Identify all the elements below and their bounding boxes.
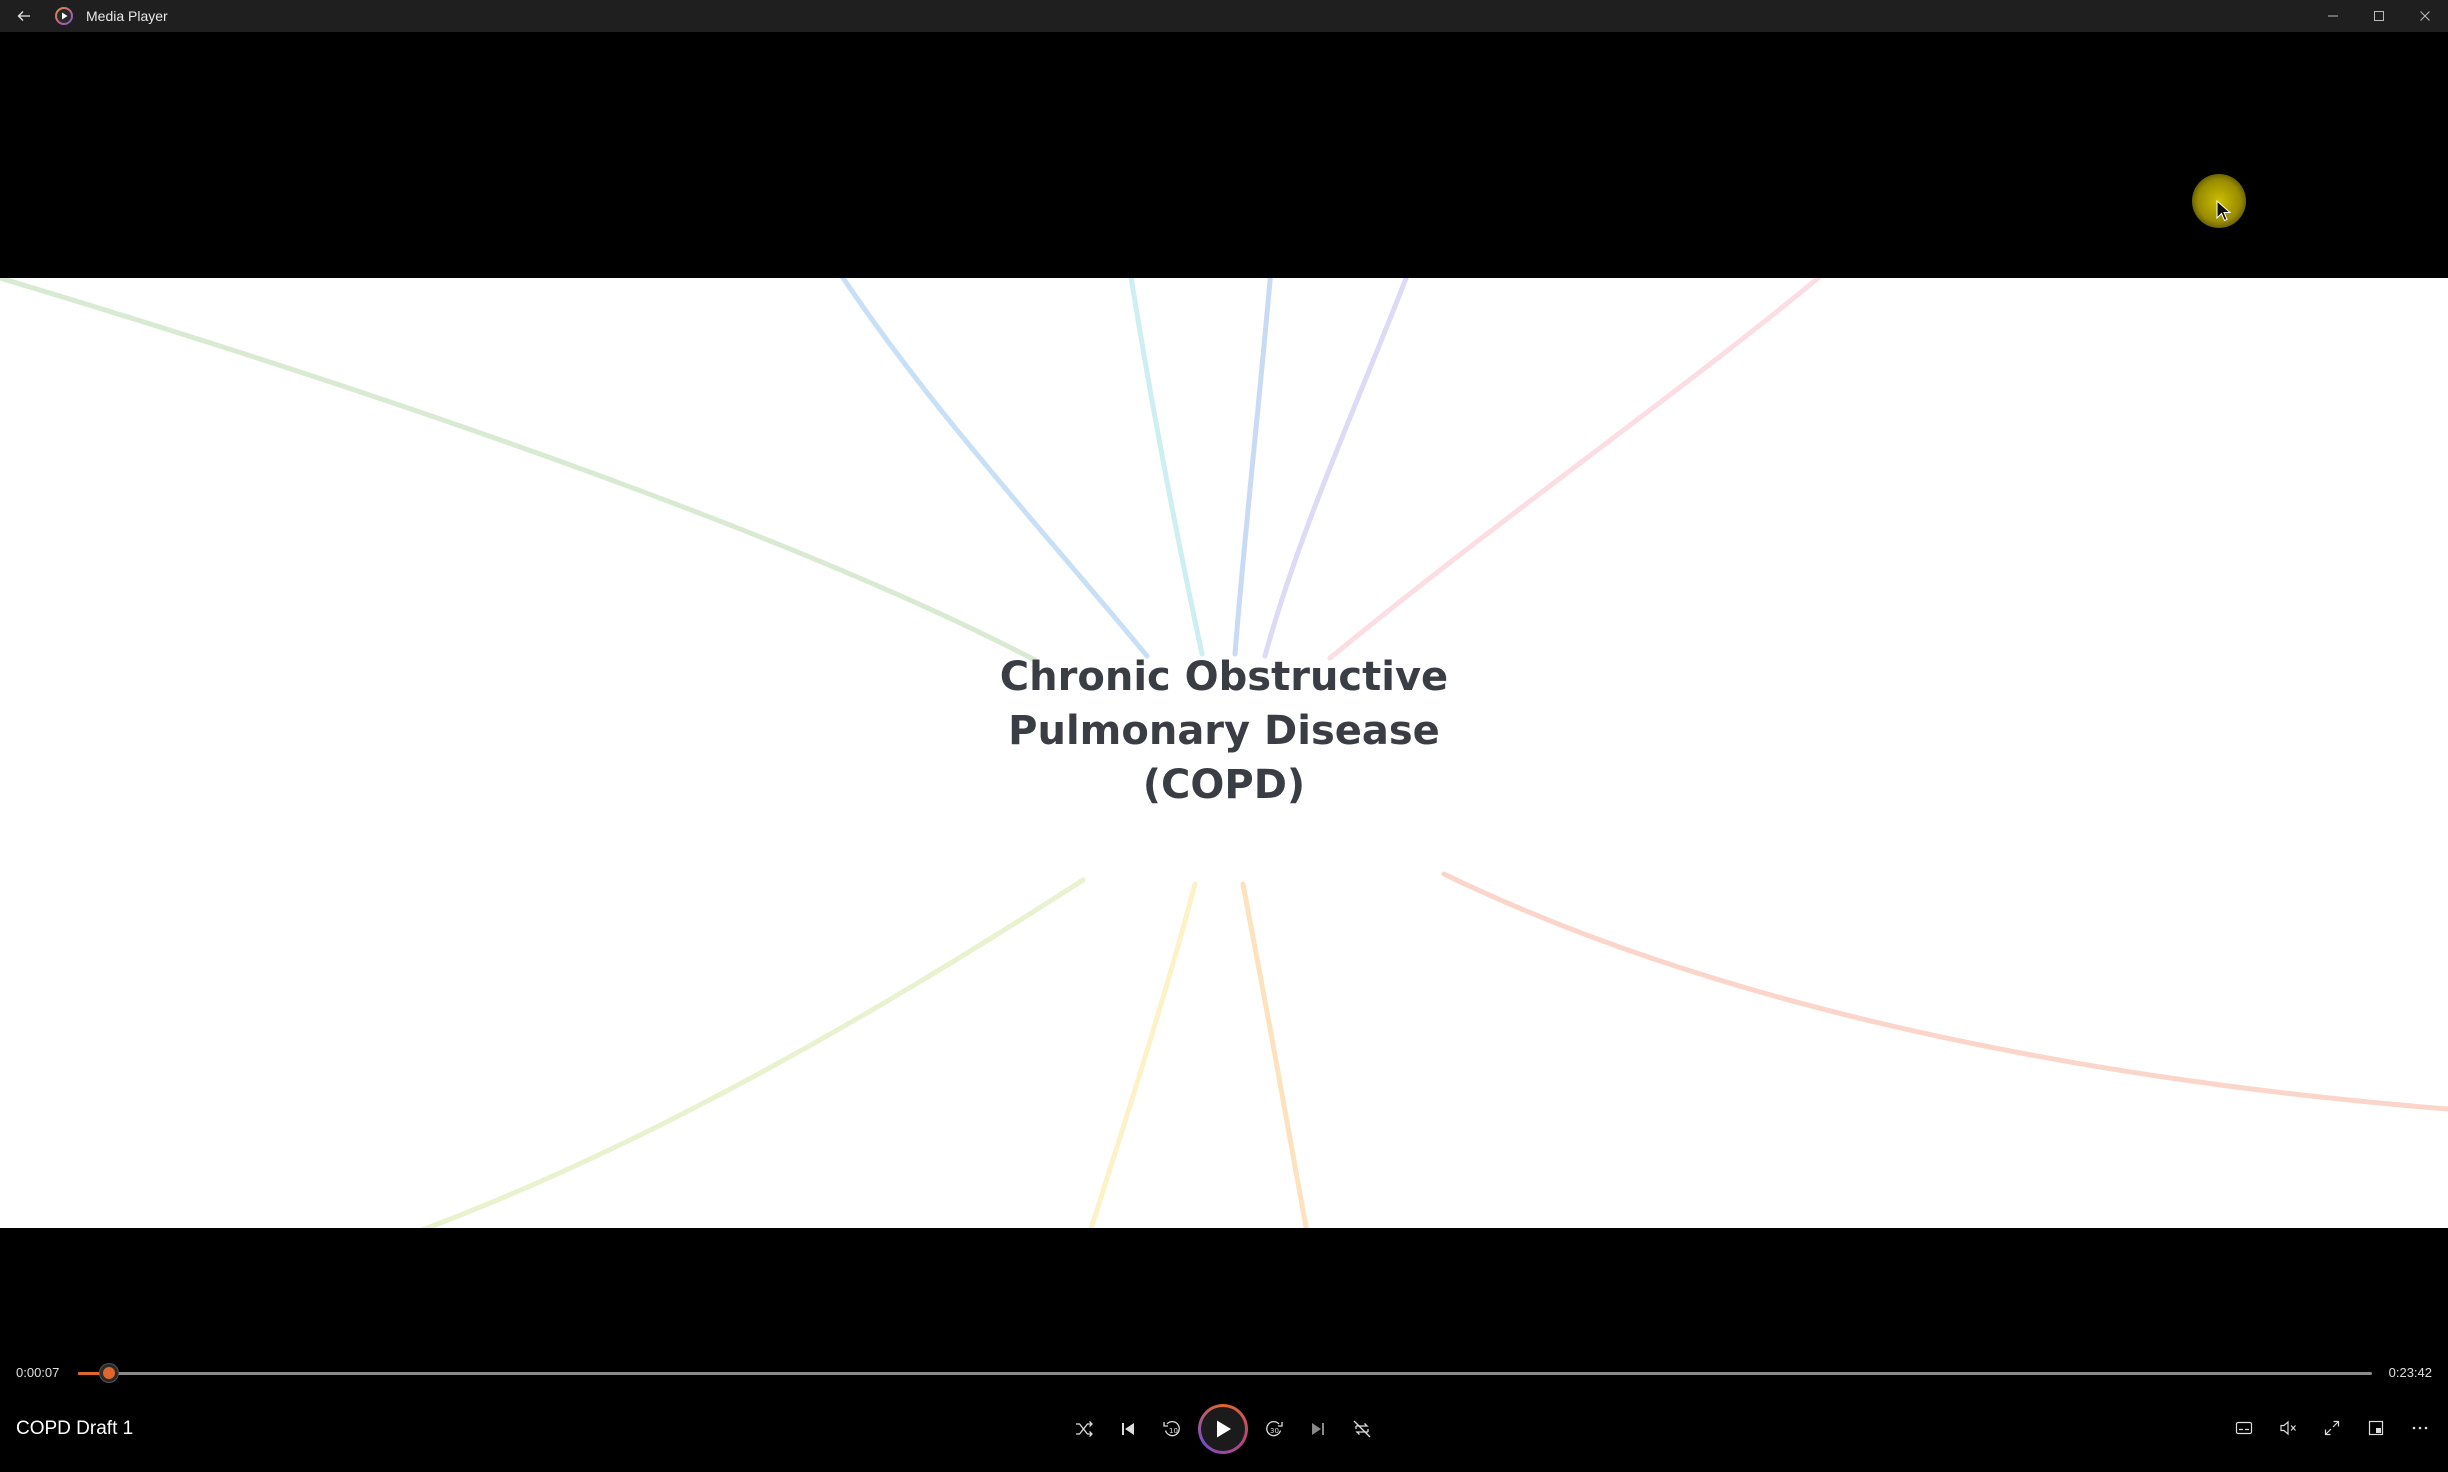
video-frame: Chronic Obstructive Pulmonary Disease (C… bbox=[0, 278, 2448, 1228]
miniplayer-icon[interactable] bbox=[2354, 1406, 2398, 1450]
branch-line bbox=[419, 877, 1086, 1228]
seek-thumb[interactable] bbox=[100, 1364, 118, 1382]
app-title: Media Player bbox=[86, 8, 168, 24]
branch-line bbox=[1441, 871, 2448, 1112]
central-topic-line: Pulmonary Disease bbox=[1008, 708, 1440, 754]
branch-line bbox=[0, 278, 1038, 663]
back-arrow-icon[interactable] bbox=[10, 2, 38, 30]
media-title: COPD Draft 1 bbox=[16, 1418, 134, 1439]
current-time: 0:00:07 bbox=[16, 1365, 60, 1380]
repeat-off-icon[interactable] bbox=[1340, 1407, 1384, 1451]
branch-line bbox=[1262, 278, 1409, 659]
forward-30-icon[interactable]: 30 bbox=[1252, 1407, 1296, 1451]
branch-line bbox=[1240, 881, 1309, 1228]
mute-icon[interactable] bbox=[2266, 1406, 2310, 1450]
more-options-icon[interactable] bbox=[2398, 1406, 2442, 1450]
central-topic: Chronic Obstructive Pulmonary Disease (C… bbox=[924, 650, 1524, 812]
total-duration: 0:23:42 bbox=[2388, 1365, 2432, 1380]
next-icon[interactable] bbox=[1296, 1407, 1340, 1451]
central-topic-line: (COPD) bbox=[1142, 762, 1306, 808]
svg-text:30: 30 bbox=[1270, 1427, 1279, 1435]
branch-line bbox=[1088, 881, 1198, 1228]
minimize-icon[interactable] bbox=[2310, 0, 2356, 32]
svg-text:10: 10 bbox=[1169, 1427, 1178, 1435]
mouse-pointer-icon bbox=[2216, 200, 2232, 222]
maximize-icon[interactable] bbox=[2356, 0, 2402, 32]
seek-bar[interactable] bbox=[78, 1364, 2372, 1382]
subtitles-icon[interactable] bbox=[2222, 1406, 2266, 1450]
branch-line bbox=[1327, 278, 1822, 661]
video-area[interactable]: Chronic Obstructive Pulmonary Disease (C… bbox=[0, 32, 2448, 1360]
shuffle-icon[interactable] bbox=[1062, 1407, 1106, 1451]
transport-controls: 0:00:07 0:23:42 COPD Draft 1 10 30 bbox=[0, 1360, 2448, 1472]
previous-icon[interactable] bbox=[1106, 1407, 1150, 1451]
branch-line bbox=[1232, 278, 1273, 657]
branch-line bbox=[1128, 278, 1205, 657]
media-player-icon bbox=[54, 6, 74, 26]
fullscreen-icon[interactable] bbox=[2310, 1406, 2354, 1450]
play-button[interactable] bbox=[1198, 1404, 1248, 1454]
close-icon[interactable] bbox=[2402, 0, 2448, 32]
central-topic-line: Chronic Obstructive bbox=[999, 654, 1449, 700]
play-icon bbox=[1201, 1407, 1245, 1451]
rewind-10-icon[interactable]: 10 bbox=[1150, 1407, 1194, 1451]
title-bar: Media Player bbox=[0, 0, 2448, 32]
branch-line bbox=[840, 278, 1150, 659]
